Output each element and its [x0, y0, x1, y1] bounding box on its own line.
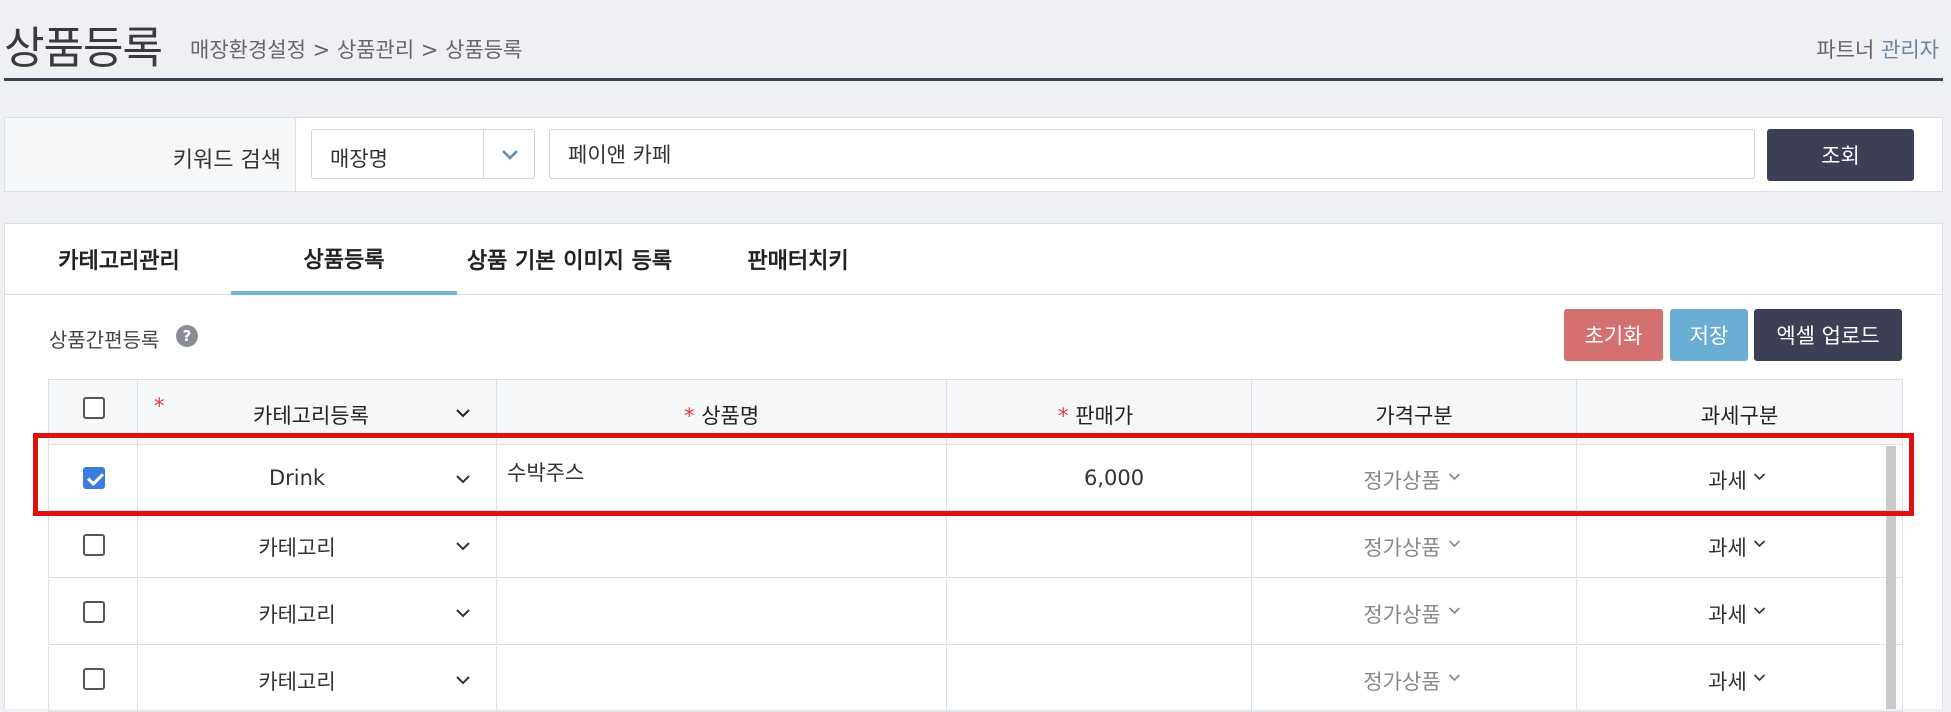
tab-category-management[interactable]: 카테고리관리: [5, 224, 233, 294]
chevron-down-icon[interactable]: [498, 142, 522, 166]
section-title: 상품간편등록: [49, 328, 160, 352]
tab-sales-touch-key[interactable]: 판매터치키: [705, 224, 891, 294]
chevron-down-icon[interactable]: [454, 671, 472, 689]
product-name-field[interactable]: [497, 512, 947, 577]
save-button[interactable]: 저장: [1670, 309, 1748, 361]
header-tax-type: 과세구분: [1700, 404, 1779, 428]
search-button[interactable]: 조회: [1767, 129, 1914, 181]
chevron-down-icon[interactable]: [1447, 603, 1462, 618]
tab-product-image-registration[interactable]: 상품 기본 이미지 등록: [457, 224, 682, 294]
row-checkbox[interactable]: [83, 534, 105, 556]
search-label-cell: 키워드 검색: [5, 118, 296, 191]
breadcrumb: 매장환경설정 > 상품관리 > 상품등록: [190, 38, 523, 62]
required-mark: *: [684, 404, 695, 428]
search-type-value: 매장명: [330, 147, 388, 171]
tax-type-select[interactable]: 과세: [1577, 512, 1903, 577]
product-name-field[interactable]: [497, 646, 947, 711]
header-price-type: 가격구분: [1375, 404, 1453, 428]
price-type-select[interactable]: 정가상품: [1252, 512, 1577, 577]
search-type-select[interactable]: 매장명: [311, 129, 535, 179]
header-category: 카테고리등록: [253, 404, 369, 428]
header-name-label: * 상품명: [684, 400, 759, 430]
required-mark: *: [1058, 404, 1069, 428]
price-type-value: 정가상품: [1363, 670, 1441, 694]
chevron-down-icon[interactable]: [454, 604, 472, 622]
page-title: 상품등록: [4, 23, 163, 74]
table-row[interactable]: 카테고리 정가상품 과세: [48, 579, 1903, 645]
price-type-value: 정가상품: [1363, 603, 1441, 627]
keyword-input[interactable]: [549, 129, 1755, 179]
tax-type-value: 과세: [1708, 670, 1747, 694]
search-panel: 키워드 검색 매장명 조회: [4, 117, 1943, 192]
price-type-value: 정가상품: [1363, 536, 1441, 560]
chevron-down-icon[interactable]: [1752, 536, 1767, 551]
tab-product-registration[interactable]: 상품등록: [231, 224, 457, 295]
product-name-field[interactable]: [497, 579, 947, 644]
table-row[interactable]: 카테고리 정가상품 과세: [48, 646, 1903, 712]
reset-button[interactable]: 초기화: [1564, 309, 1663, 361]
search-label: 키워드 검색: [172, 148, 281, 173]
row-checkbox[interactable]: [83, 668, 105, 690]
category-select[interactable]: 카테고리: [138, 579, 497, 644]
chevron-down-icon[interactable]: [1752, 603, 1767, 618]
header-price: 판매가: [1075, 404, 1134, 428]
select-all-checkbox[interactable]: [83, 397, 105, 419]
tax-type-value: 과세: [1708, 536, 1747, 560]
page-header: 상품등록 매장환경설정 > 상품관리 > 상품등록 파트너 관리자: [0, 0, 1951, 81]
user-prefix: 파트너: [1816, 38, 1875, 62]
chevron-down-icon[interactable]: [1752, 670, 1767, 685]
user-role-link[interactable]: 관리자: [1881, 38, 1939, 62]
row-select-cell: [48, 646, 138, 711]
price-type-select[interactable]: 정가상품: [1252, 579, 1577, 644]
category-value: 카테고리: [258, 603, 336, 627]
user-role: 파트너 관리자: [1816, 34, 1939, 64]
row-select-cell: [48, 512, 138, 577]
price-field[interactable]: [947, 512, 1252, 577]
tax-type-select[interactable]: 과세: [1577, 646, 1903, 711]
select-divider: [483, 130, 484, 178]
tax-type-select[interactable]: 과세: [1577, 579, 1903, 644]
tab-bar: 카테고리관리 상품등록 상품 기본 이미지 등록 판매터치키: [5, 224, 1942, 295]
chevron-down-icon[interactable]: [1447, 670, 1462, 685]
category-select[interactable]: 카테고리: [138, 646, 497, 711]
required-mark: *: [154, 394, 165, 418]
tax-type-value: 과세: [1708, 603, 1747, 627]
chevron-down-icon[interactable]: [454, 404, 472, 422]
highlight-box: [33, 433, 1914, 516]
table-row[interactable]: 카테고리 정가상품 과세: [48, 512, 1903, 578]
header-divider: [4, 78, 1943, 81]
price-field[interactable]: [947, 646, 1252, 711]
category-value: 카테고리: [258, 536, 336, 560]
chevron-down-icon[interactable]: [454, 537, 472, 555]
header-price-label: * 판매가: [1058, 400, 1133, 430]
help-icon[interactable]: ?: [176, 325, 198, 347]
price-type-select[interactable]: 정가상품: [1252, 646, 1577, 711]
row-select-cell: [48, 579, 138, 644]
chevron-down-icon[interactable]: [1447, 536, 1462, 551]
excel-upload-button[interactable]: 엑셀 업로드: [1754, 309, 1902, 361]
price-field[interactable]: [947, 579, 1252, 644]
category-select[interactable]: 카테고리: [138, 512, 497, 577]
row-checkbox[interactable]: [83, 601, 105, 623]
category-value: 카테고리: [258, 670, 336, 694]
header-name: 상품명: [701, 404, 760, 428]
